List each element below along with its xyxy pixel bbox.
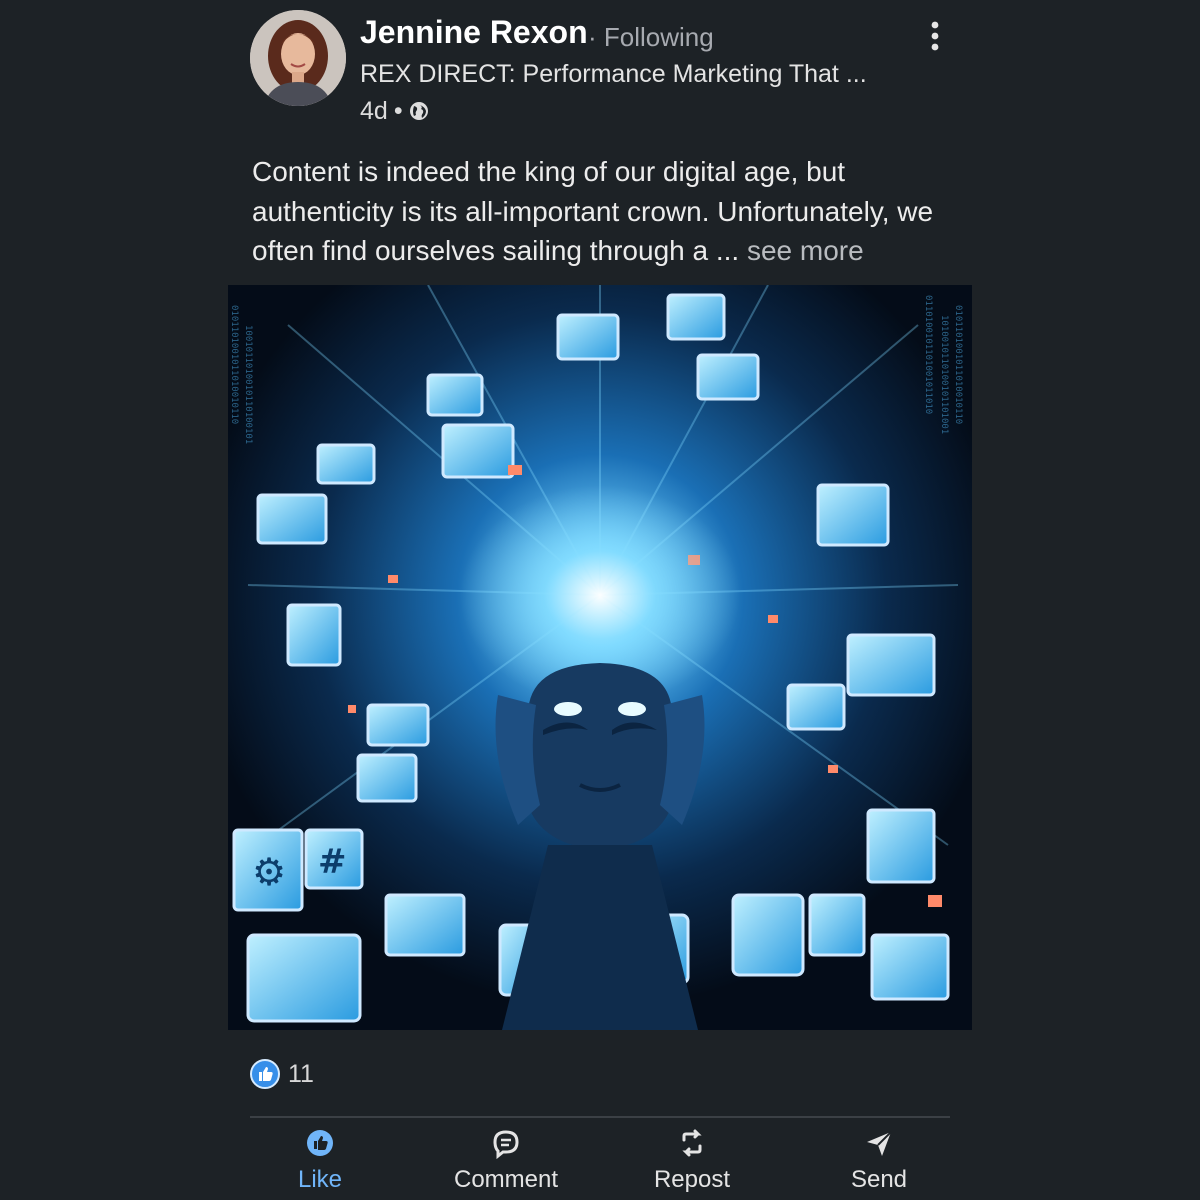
reaction-count: 11 (288, 1059, 314, 1088)
reactions-summary[interactable]: 11 (250, 1058, 314, 1090)
repost-button[interactable]: Repost (622, 1126, 762, 1196)
more-options-button[interactable] (915, 16, 955, 56)
like-label: Like (297, 1166, 343, 1193)
post-age: 4d (360, 96, 388, 125)
send-icon (867, 1131, 892, 1156)
like-reaction-icon (250, 1059, 280, 1089)
svg-text:0110100101101001011010: 0110100101101001011010 (923, 295, 933, 414)
comment-label: Comment (453, 1166, 559, 1193)
send-label: Send (850, 1166, 908, 1193)
avatar-portrait (250, 10, 346, 106)
svg-text:1010010110100101101001: 1010010110100101101001 (939, 315, 949, 434)
see-more-link[interactable]: see more (747, 235, 864, 266)
meta-separator: • (393, 96, 403, 125)
svg-text:0101101001011010010110: 0101101001011010010110 (953, 305, 963, 424)
action-divider (250, 1116, 950, 1118)
repost-icon (682, 1129, 702, 1157)
svg-text:0101101001011010010110: 0101101001011010010110 (229, 305, 239, 424)
author-name[interactable]: Jennine Rexon (360, 14, 588, 51)
following-status: · Following (588, 22, 714, 52)
thumbs-up-icon (307, 1130, 333, 1156)
like-button[interactable]: Like (250, 1126, 390, 1196)
feed-post: Jennine Rexon · Following REX DIRECT: Pe… (0, 0, 1200, 1200)
comment-icon (493, 1130, 519, 1160)
more-vertical-icon (931, 21, 939, 51)
globe-icon (409, 102, 428, 120)
svg-text:1001011010010110100101: 1001011010010110100101 (243, 325, 253, 444)
repost-label: Repost (653, 1166, 731, 1193)
svg-text:#: # (318, 842, 347, 882)
send-button[interactable]: Send (809, 1126, 949, 1196)
post-text: Content is indeed the king of our digita… (252, 152, 962, 271)
author-headline: REX DIRECT: Performance Marketing That .… (360, 60, 867, 88)
post-image[interactable]: 0101101001011010010110 10010110100101101… (228, 285, 972, 1030)
author-avatar[interactable] (250, 10, 346, 106)
comment-button[interactable]: Comment (436, 1126, 576, 1196)
svg-text:⚙: ⚙ (252, 850, 286, 894)
ai-art-overloaded-head: 0101101001011010010110 10010110100101101… (228, 285, 972, 1030)
post-meta: 4d • (360, 96, 429, 126)
